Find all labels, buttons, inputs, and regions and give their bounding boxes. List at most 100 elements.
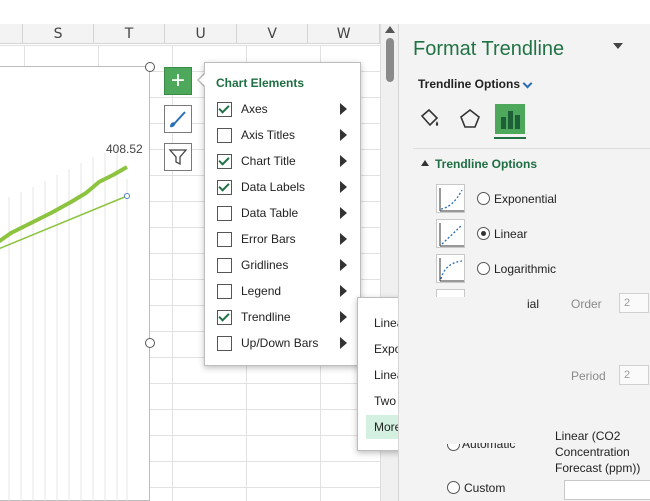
column-headers: S T U V W — [0, 24, 380, 44]
chart-elements-button[interactable]: + — [164, 67, 192, 95]
chart-element-up-down-bars[interactable]: Up/Down Bars — [205, 330, 360, 356]
checkmark-icon — [218, 179, 230, 192]
chart-styles-button[interactable] — [164, 105, 192, 133]
label-logarithmic[interactable]: Logarithmic — [494, 262, 556, 276]
paintbrush-icon — [170, 111, 186, 128]
checkbox-trendline[interactable] — [217, 309, 232, 325]
pane-separator — [413, 148, 650, 149]
pane-menu-chevron-icon[interactable] — [613, 43, 623, 49]
chevron-down-icon[interactable] — [522, 78, 533, 89]
submenu-arrow-icon[interactable] — [340, 259, 347, 271]
tab-effects[interactable] — [455, 104, 485, 134]
submenu-arrow-icon[interactable] — [340, 233, 347, 245]
chart-area[interactable] — [0, 66, 150, 501]
exponential-icon — [436, 184, 465, 213]
chart-element-error-bars[interactable]: Error Bars — [205, 226, 360, 252]
chart-element-axes[interactable]: Axes — [205, 96, 360, 122]
pane-title: Format Trendline — [413, 38, 565, 60]
filter-icon — [168, 149, 188, 166]
radio-linear[interactable] — [477, 227, 490, 240]
data-label-value[interactable]: 408.52 — [106, 142, 143, 156]
label-linear[interactable]: Linear — [494, 227, 527, 241]
pentagon-icon — [460, 108, 480, 128]
checkbox-chart-title[interactable] — [217, 153, 232, 169]
checkbox-axes[interactable] — [217, 101, 232, 117]
data-series-line — [0, 165, 128, 244]
submenu-arrow-icon[interactable] — [340, 207, 347, 219]
checkbox-legend[interactable] — [217, 283, 232, 299]
chart-element-label: Error Bars — [241, 232, 296, 246]
column-header-t[interactable]: T — [94, 24, 166, 43]
chart-elements-popup: Chart Elements Axes Axis Titles Chart Titl… — [204, 62, 361, 366]
column-header-spacer — [0, 24, 24, 43]
chart-plot — [0, 147, 130, 501]
plus-icon: + — [170, 67, 185, 94]
radio-exponential[interactable] — [477, 192, 490, 205]
chart-element-label: Data Labels — [241, 180, 306, 194]
period-label: Period — [571, 369, 606, 383]
chart-element-data-labels[interactable]: Data Labels — [205, 174, 360, 200]
label-custom[interactable]: Custom — [464, 481, 505, 495]
submenu-arrow-icon[interactable] — [340, 311, 347, 323]
logarithmic-icon — [436, 254, 465, 283]
tab-fill-line[interactable] — [414, 104, 444, 134]
chart-filters-button[interactable] — [164, 143, 192, 171]
linear-icon — [436, 219, 465, 248]
column-header-u[interactable]: U — [165, 24, 237, 43]
scrollbar-thumb[interactable] — [386, 38, 394, 82]
section-title[interactable]: Trendline Options — [435, 157, 537, 171]
order-label: Order — [571, 297, 602, 311]
chart-element-chart-title[interactable]: Chart Title — [205, 148, 360, 174]
bar-chart-icon — [501, 111, 520, 129]
submenu-arrow-icon[interactable] — [340, 155, 347, 167]
radio-logarithmic[interactable] — [477, 262, 490, 275]
radio-custom[interactable] — [447, 481, 460, 494]
active-tab-underline — [494, 137, 526, 139]
chart-element-label: Data Table — [241, 206, 299, 220]
chart-element-gridlines[interactable]: Gridlines — [205, 252, 360, 278]
collapse-triangle-icon[interactable] — [421, 160, 429, 166]
popup-pointer-inner — [199, 73, 206, 87]
chart-element-trendline[interactable]: Trendline — [205, 304, 360, 330]
submenu-arrow-icon[interactable] — [340, 181, 347, 193]
trendline-name-auto-line1: Linear (CO2 — [555, 429, 621, 443]
chart-element-data-table[interactable]: Data Table — [205, 200, 360, 226]
submenu-arrow-icon[interactable] — [340, 103, 347, 115]
checkmark-icon — [218, 101, 230, 114]
options-dropdown[interactable]: Trendline Options — [418, 77, 520, 91]
radio-automatic[interactable] — [447, 444, 460, 451]
chart-resize-handle-top[interactable] — [145, 62, 155, 72]
checkbox-gridlines[interactable] — [217, 257, 232, 273]
submenu-arrow-icon[interactable] — [340, 285, 347, 297]
tab-trendline-options[interactable] — [495, 104, 525, 134]
checkmark-icon — [218, 153, 230, 166]
scroll-up-icon[interactable] — [385, 26, 395, 33]
custom-name-input[interactable] — [564, 480, 650, 500]
checkbox-up-down-bars[interactable] — [217, 335, 232, 351]
submenu-arrow-icon[interactable] — [340, 129, 347, 141]
label-automatic-partial[interactable]: Automatic — [462, 443, 515, 451]
column-header-w[interactable]: W — [308, 24, 380, 43]
chart-elements-title: Chart Elements — [216, 76, 305, 90]
chart-element-label: Legend — [241, 284, 282, 298]
checkbox-data-table[interactable] — [217, 205, 232, 221]
checkbox-error-bars[interactable] — [217, 231, 232, 247]
label-polynomial-partial[interactable]: ial — [527, 297, 539, 311]
chart-element-label: Gridlines — [241, 258, 289, 272]
submenu-arrow-icon[interactable] — [340, 337, 347, 349]
chart-element-label: Up/Down Bars — [241, 336, 319, 350]
chart-element-axis-titles[interactable]: Axis Titles — [205, 122, 360, 148]
checkmark-icon — [218, 309, 230, 322]
column-header-s[interactable]: S — [23, 24, 94, 43]
trendline-name-auto-line2: Concentration — [555, 445, 630, 459]
chart-resize-handle-middle[interactable] — [145, 338, 155, 348]
paint-bucket-icon — [420, 108, 439, 127]
order-spinner[interactable]: 2 — [619, 293, 649, 313]
chart-element-legend[interactable]: Legend — [205, 278, 360, 304]
checkbox-data-labels[interactable] — [217, 179, 232, 195]
checkbox-axis-titles[interactable] — [217, 127, 232, 143]
chart-element-label: Trendline — [241, 310, 291, 324]
column-header-v[interactable]: V — [237, 24, 309, 43]
period-spinner[interactable]: 2 — [619, 365, 649, 385]
label-exponential[interactable]: Exponential — [494, 192, 557, 206]
